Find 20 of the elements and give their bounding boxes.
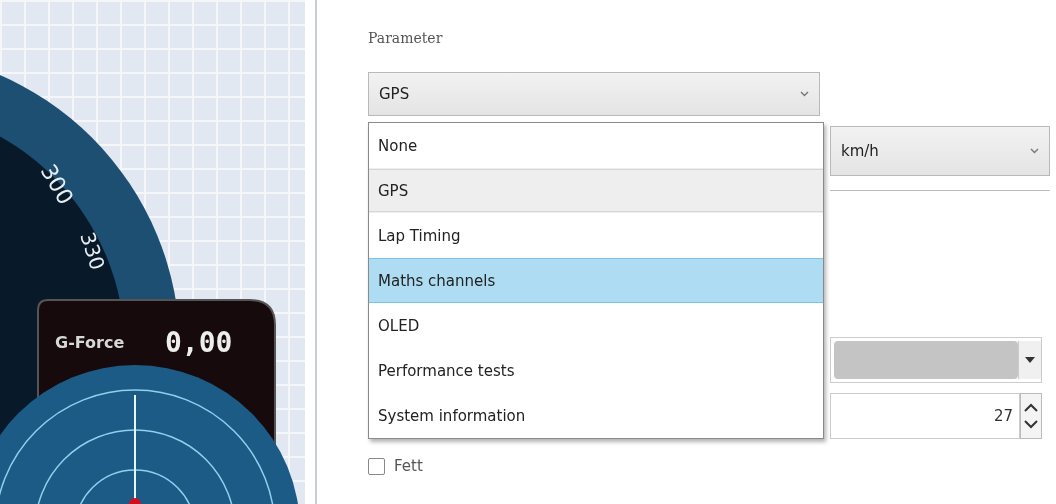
gforce-label: G-Force — [55, 333, 125, 352]
unit-dropdown[interactable]: km/h — [830, 126, 1050, 176]
dropdown-option[interactable]: System information — [369, 393, 823, 438]
caret-icon — [800, 91, 809, 97]
number-field[interactable]: 27 — [830, 393, 1020, 439]
dropdown-option[interactable]: None — [369, 123, 823, 168]
dropdown-option[interactable]: GPS — [369, 168, 823, 213]
dropdown-option[interactable]: Performance tests — [369, 348, 823, 393]
checkbox-label: Fett — [394, 457, 423, 475]
caret-icon — [1030, 148, 1039, 154]
dropdown-option[interactable]: Maths channels — [369, 258, 823, 303]
parameter-dropdown[interactable]: GPS — [368, 72, 820, 116]
gforce-value: 0,00 — [165, 326, 233, 359]
tick-label: 330 — [75, 229, 110, 273]
caret-icon — [1025, 357, 1035, 363]
spinner-icon[interactable] — [1020, 393, 1042, 439]
dropdown-option[interactable]: OLED — [369, 303, 823, 348]
dropdown-option[interactable]: Lap Timing — [369, 213, 823, 258]
checkbox[interactable] — [368, 457, 385, 475]
field-label: Parameter — [368, 30, 444, 48]
